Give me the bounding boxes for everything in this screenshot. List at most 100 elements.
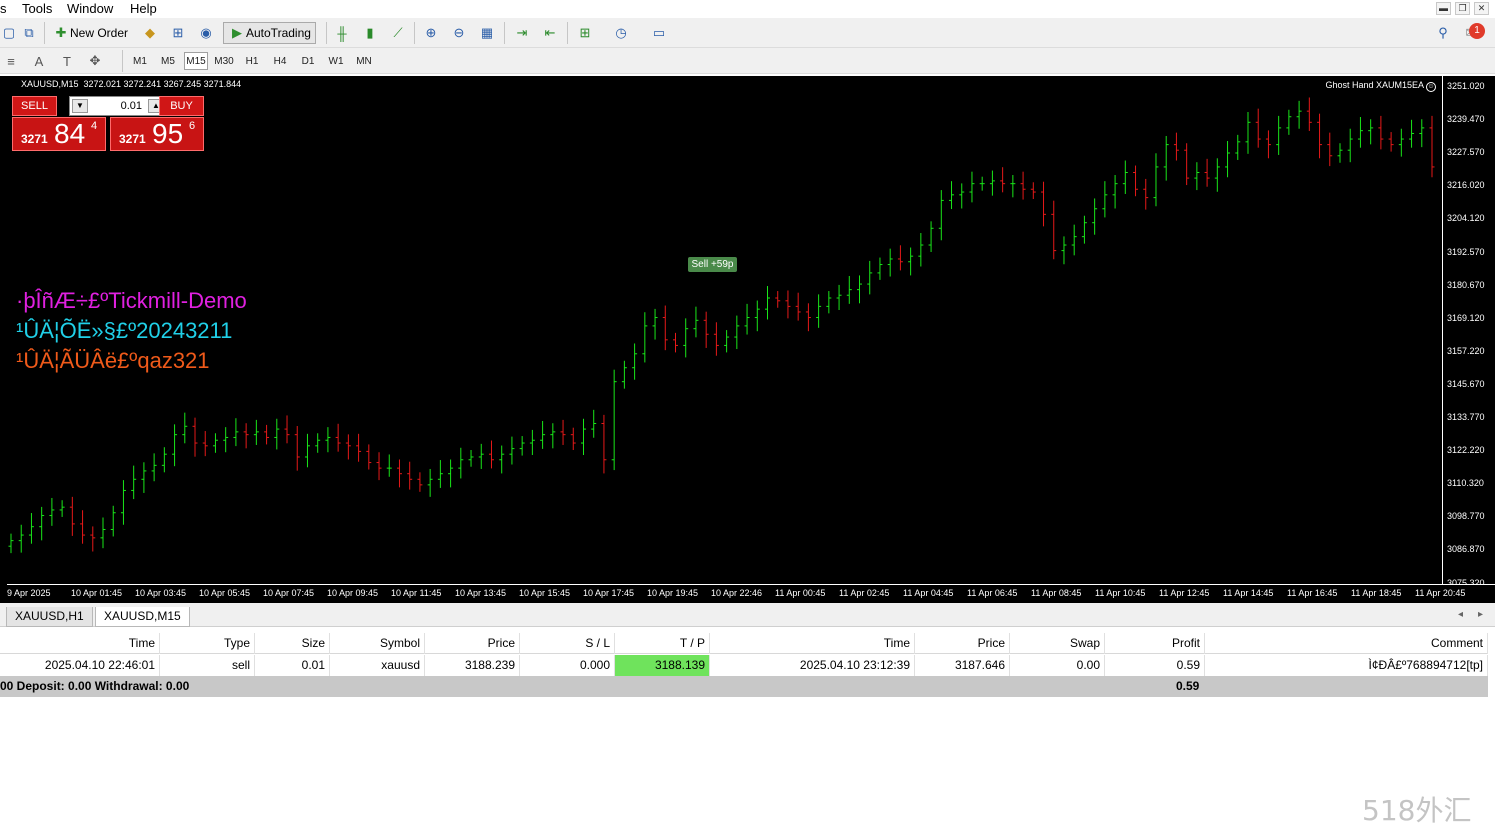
crosshair-icon[interactable]: ≡ <box>2 52 20 70</box>
column-header[interactable]: Time <box>710 633 915 654</box>
ohlc-bar <box>80 510 86 544</box>
lot-decrease-icon[interactable]: ▼ <box>72 99 88 113</box>
timeframe-d1[interactable]: D1 <box>296 52 320 70</box>
profiles-icon[interactable]: ⧉ <box>20 24 38 42</box>
tab-scroll-right-icon[interactable]: ▸ <box>1478 609 1483 620</box>
restore-button[interactable]: ❐ <box>1455 2 1470 15</box>
toolbar-separator <box>504 22 505 44</box>
column-header[interactable]: Time <box>0 633 160 654</box>
autotrading-label: AutoTrading <box>246 26 311 40</box>
market-watch-icon[interactable]: ⊞ <box>169 24 187 42</box>
chart-shift-icon[interactable]: ⇥ <box>513 24 531 42</box>
menu-item-help[interactable]: Help <box>130 1 157 16</box>
column-header[interactable]: Size <box>255 633 330 654</box>
column-header[interactable]: Comment <box>1205 633 1488 654</box>
timeframe-h4[interactable]: H4 <box>268 52 292 70</box>
password-info-text: ¹ÛÄ¦ÃÜÂë£ºqaz321 <box>16 348 210 373</box>
timeframe-m5[interactable]: M5 <box>156 52 180 70</box>
ohlc-bar <box>1194 162 1200 191</box>
ohlc-bar <box>141 462 147 493</box>
price-label: 3239.470 <box>1447 114 1485 125</box>
ohlc-bar <box>754 300 760 332</box>
time-label: 11 Apr 20:45 <box>1415 588 1466 598</box>
ohlc-bar <box>775 291 781 308</box>
tab-scroll-left-icon[interactable]: ◂ <box>1458 609 1463 620</box>
autoscroll-icon[interactable]: ⇤ <box>541 24 559 42</box>
search-icon[interactable]: ⚲ <box>1434 24 1452 42</box>
close-button[interactable]: ✕ <box>1474 2 1489 15</box>
timeframe-m1[interactable]: M1 <box>128 52 152 70</box>
candlestick-icon[interactable]: ▮ <box>361 24 379 42</box>
ohlc-bar <box>274 418 280 450</box>
signals-icon[interactable]: ◉ <box>197 24 215 42</box>
zoom-in-icon[interactable]: ⊕ <box>422 24 440 42</box>
column-header[interactable]: Profit <box>1105 633 1205 654</box>
ohlc-bar <box>601 414 607 474</box>
sell-button[interactable]: SELL <box>12 96 57 116</box>
buy-price-button[interactable]: 3271 95 6 <box>110 117 204 151</box>
ohlc-bar <box>591 409 597 438</box>
ohlc-bar <box>69 496 75 536</box>
ohlc-bar <box>959 183 965 209</box>
arrows-icon[interactable]: ✥ <box>86 52 104 70</box>
ohlc-bar <box>519 436 525 456</box>
tab-xauusd-h1[interactable]: XAUUSD,H1 <box>6 607 93 627</box>
menu-item-tools[interactable]: Tools <box>22 1 52 16</box>
menu-item-window[interactable]: Window <box>67 1 113 16</box>
table-row[interactable]: 2025.04.10 22:46:01 sell 0.01 xauusd 3188.23… <box>0 655 1488 676</box>
time-label: 11 Apr 16:45 <box>1287 588 1338 598</box>
timeframe-w1[interactable]: W1 <box>324 52 348 70</box>
ohlc-bar <box>264 424 270 445</box>
column-header[interactable]: S / L <box>520 633 615 654</box>
ohlc-bar <box>570 427 576 450</box>
column-header[interactable]: Price <box>425 633 520 654</box>
price-axis[interactable]: 3251.020 3239.470 3227.570 3216.020 3204.120… <box>1442 76 1495 588</box>
indicators-icon[interactable]: ⊞ <box>576 24 594 42</box>
ohlc-bar <box>1020 171 1026 200</box>
column-header[interactable]: Price <box>915 633 1010 654</box>
lot-size-field[interactable]: ▼ 0.01 ▲ <box>69 96 167 116</box>
periods-icon[interactable]: ◷ <box>612 24 630 42</box>
expert-advisor-label[interactable]: Ghost Hand XAUM15EA ☺ <box>1325 80 1436 92</box>
time-label: 11 Apr 10:45 <box>1095 588 1146 598</box>
bar-chart-icon[interactable]: ╫ <box>333 24 351 42</box>
timeframe-mn[interactable]: MN <box>352 52 376 70</box>
timeframe-m15[interactable]: M15 <box>184 52 208 70</box>
ohlc-bar <box>1306 97 1312 131</box>
tile-windows-icon[interactable]: ▦ <box>478 24 496 42</box>
minimize-button[interactable]: ▬ <box>1436 2 1451 15</box>
timeframe-m30[interactable]: M30 <box>212 52 236 70</box>
ohlc-bar <box>938 190 944 241</box>
time-label: 10 Apr 13:45 <box>455 588 507 598</box>
ohlc-bar <box>1081 215 1087 244</box>
time-label: 11 Apr 12:45 <box>1159 588 1210 598</box>
column-header[interactable]: Type <box>160 633 255 654</box>
sell-price-button[interactable]: 3271 84 4 <box>12 117 106 151</box>
price-label: 3122.220 <box>1447 445 1485 456</box>
autotrading-button[interactable]: ▶ AutoTrading <box>223 22 316 44</box>
line-chart-icon[interactable]: ⟋ <box>389 24 407 42</box>
ohlc-bar <box>857 275 863 304</box>
menu-item-file[interactable]: s <box>0 1 7 16</box>
new-order-button[interactable]: ✚ New Order <box>52 22 128 44</box>
ohlc-bar <box>642 312 648 363</box>
ohlc-bar <box>1051 200 1057 260</box>
new-chart-icon[interactable]: ▢ <box>0 24 18 42</box>
ohlc-bar <box>765 286 771 320</box>
templates-icon[interactable]: ▭ <box>650 24 668 42</box>
zoom-out-icon[interactable]: ⊖ <box>450 24 468 42</box>
ohlc-bar <box>540 420 546 449</box>
text-tool-icon[interactable]: A <box>30 52 48 70</box>
text-label-icon[interactable]: T <box>58 52 76 70</box>
column-header[interactable]: Swap <box>1010 633 1105 654</box>
time-axis[interactable]: 9 Apr 2025 10 Apr 01:45 10 Apr 03:45 10 Apr… <box>7 584 1495 603</box>
timeframe-h1[interactable]: H1 <box>240 52 264 70</box>
time-label: 10 Apr 11:45 <box>391 588 442 598</box>
metaeditor-icon[interactable]: ◆ <box>141 24 159 42</box>
ohlc-bar <box>683 318 689 358</box>
tab-xauusd-m15[interactable]: XAUUSD,M15 <box>95 607 190 627</box>
ohlc-bar <box>110 505 116 537</box>
column-header[interactable]: T / P <box>615 633 710 654</box>
column-header[interactable]: Symbol <box>330 633 425 654</box>
buy-button[interactable]: BUY <box>159 96 204 116</box>
